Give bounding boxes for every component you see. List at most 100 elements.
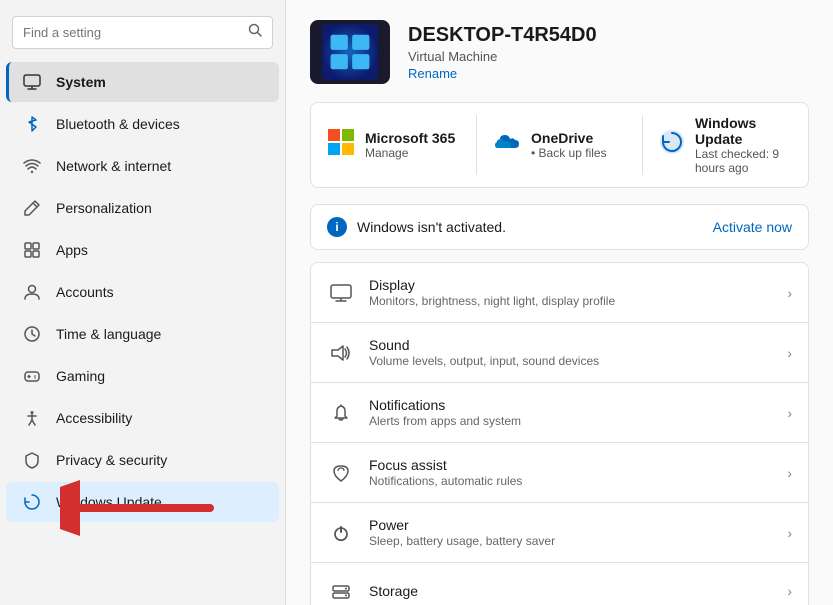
windows-update-title: Windows Update: [695, 115, 792, 147]
device-header: DESKTOP-T4R54D0 Virtual Machine Rename: [310, 20, 809, 84]
sidebar-item-system[interactable]: System: [6, 62, 279, 102]
onedrive-icon: [493, 132, 521, 158]
power-icon: [327, 519, 355, 547]
bluetooth-icon: [22, 114, 42, 134]
settings-item-display[interactable]: Display Monitors, brightness, night ligh…: [310, 262, 809, 322]
sound-icon: [327, 339, 355, 367]
settings-item-power[interactable]: Power Sleep, battery usage, battery save…: [310, 502, 809, 562]
personalization-icon: [22, 198, 42, 218]
settings-list: Display Monitors, brightness, night ligh…: [310, 262, 809, 605]
onedrive-title: OneDrive: [531, 130, 607, 146]
notifications-icon: [327, 399, 355, 427]
apps-icon: [22, 240, 42, 260]
ms365-subtitle: Manage: [365, 146, 455, 160]
activate-now-button[interactable]: Activate now: [713, 219, 792, 235]
focus-icon: [327, 459, 355, 487]
sidebar-item-personalization-label: Personalization: [56, 200, 152, 216]
privacy-icon: [22, 450, 42, 470]
onedrive-text: OneDrive • Back up files: [531, 130, 607, 160]
storage-chevron: ›: [787, 583, 792, 599]
sidebar-item-bluetooth[interactable]: Bluetooth & devices: [6, 104, 279, 144]
sidebar: System Bluetooth & devices Network & int…: [0, 0, 285, 605]
sidebar-item-privacy-label: Privacy & security: [56, 452, 167, 468]
windows-update-subtitle: Last checked: 9 hours ago: [695, 147, 792, 175]
storage-icon: [327, 577, 355, 605]
sidebar-item-windows-update-label: Windows Update: [56, 494, 162, 510]
sidebar-item-gaming-label: Gaming: [56, 368, 105, 384]
display-text: Display Monitors, brightness, night ligh…: [369, 277, 773, 308]
sidebar-item-accessibility-label: Accessibility: [56, 410, 132, 426]
sidebar-item-windows-update[interactable]: Windows Update: [6, 482, 279, 522]
activation-left: i Windows isn't activated.: [327, 217, 506, 237]
sidebar-item-bluetooth-label: Bluetooth & devices: [56, 116, 180, 132]
focus-text: Focus assist Notifications, automatic ru…: [369, 457, 773, 488]
sound-text: Sound Volume levels, output, input, soun…: [369, 337, 773, 368]
sidebar-item-system-label: System: [56, 74, 106, 90]
notifications-text: Notifications Alerts from apps and syste…: [369, 397, 773, 428]
info-icon: i: [327, 217, 347, 237]
activation-banner: i Windows isn't activated. Activate now: [310, 204, 809, 250]
power-title: Power: [369, 517, 773, 533]
device-icon: [310, 20, 390, 84]
onedrive-subtitle: • Back up files: [531, 146, 607, 160]
search-input[interactable]: [23, 25, 244, 40]
network-icon: [22, 156, 42, 176]
ms365-icon: [327, 128, 355, 162]
gaming-icon: [22, 366, 42, 386]
settings-window: System Bluetooth & devices Network & int…: [0, 0, 833, 605]
focus-title: Focus assist: [369, 457, 773, 473]
sep1: [476, 115, 477, 175]
power-text: Power Sleep, battery usage, battery save…: [369, 517, 773, 548]
device-info: DESKTOP-T4R54D0 Virtual Machine Rename: [408, 24, 597, 81]
settings-item-storage[interactable]: Storage ›: [310, 562, 809, 605]
sidebar-item-accounts-label: Accounts: [56, 284, 114, 300]
notifications-title: Notifications: [369, 397, 773, 413]
activation-message: Windows isn't activated.: [357, 219, 506, 235]
windows-update-quick-icon: [659, 129, 685, 161]
quick-action-windows-update[interactable]: Windows Update Last checked: 9 hours ago: [659, 115, 792, 175]
sidebar-item-apps-label: Apps: [56, 242, 88, 258]
rename-link[interactable]: Rename: [408, 66, 597, 81]
notifications-chevron: ›: [787, 405, 792, 421]
quick-actions: Microsoft 365 Manage OneDrive • Back up …: [310, 102, 809, 188]
time-icon: [22, 324, 42, 344]
display-icon: [327, 279, 355, 307]
sidebar-item-network-label: Network & internet: [56, 158, 171, 174]
sidebar-item-personalization[interactable]: Personalization: [6, 188, 279, 228]
quick-action-onedrive[interactable]: OneDrive • Back up files: [493, 115, 626, 175]
settings-item-focus[interactable]: Focus assist Notifications, automatic ru…: [310, 442, 809, 502]
device-type: Virtual Machine: [408, 49, 597, 64]
power-subtitle: Sleep, battery usage, battery saver: [369, 534, 773, 548]
device-name: DESKTOP-T4R54D0: [408, 24, 597, 47]
search-box[interactable]: [12, 16, 273, 49]
display-chevron: ›: [787, 285, 792, 301]
sound-title: Sound: [369, 337, 773, 353]
sidebar-item-time[interactable]: Time & language: [6, 314, 279, 354]
main-content: DESKTOP-T4R54D0 Virtual Machine Rename M…: [285, 0, 833, 605]
power-chevron: ›: [787, 525, 792, 541]
accessibility-icon: [22, 408, 42, 428]
storage-text: Storage: [369, 583, 773, 599]
ms365-title: Microsoft 365: [365, 130, 455, 146]
focus-subtitle: Notifications, automatic rules: [369, 474, 773, 488]
accounts-icon: [22, 282, 42, 302]
storage-title: Storage: [369, 583, 773, 599]
focus-chevron: ›: [787, 465, 792, 481]
sidebar-item-privacy[interactable]: Privacy & security: [6, 440, 279, 480]
sound-chevron: ›: [787, 345, 792, 361]
display-subtitle: Monitors, brightness, night light, displ…: [369, 294, 773, 308]
settings-item-sound[interactable]: Sound Volume levels, output, input, soun…: [310, 322, 809, 382]
windows-update-text: Windows Update Last checked: 9 hours ago: [695, 115, 792, 175]
sidebar-item-accounts[interactable]: Accounts: [6, 272, 279, 312]
sidebar-item-accessibility[interactable]: Accessibility: [6, 398, 279, 438]
sep2: [642, 115, 643, 175]
sidebar-item-apps[interactable]: Apps: [6, 230, 279, 270]
system-icon: [22, 72, 42, 92]
sidebar-item-network[interactable]: Network & internet: [6, 146, 279, 186]
display-title: Display: [369, 277, 773, 293]
sidebar-item-time-label: Time & language: [56, 326, 161, 342]
settings-item-notifications[interactable]: Notifications Alerts from apps and syste…: [310, 382, 809, 442]
sound-subtitle: Volume levels, output, input, sound devi…: [369, 354, 773, 368]
quick-action-ms365[interactable]: Microsoft 365 Manage: [327, 115, 460, 175]
sidebar-item-gaming[interactable]: Gaming: [6, 356, 279, 396]
